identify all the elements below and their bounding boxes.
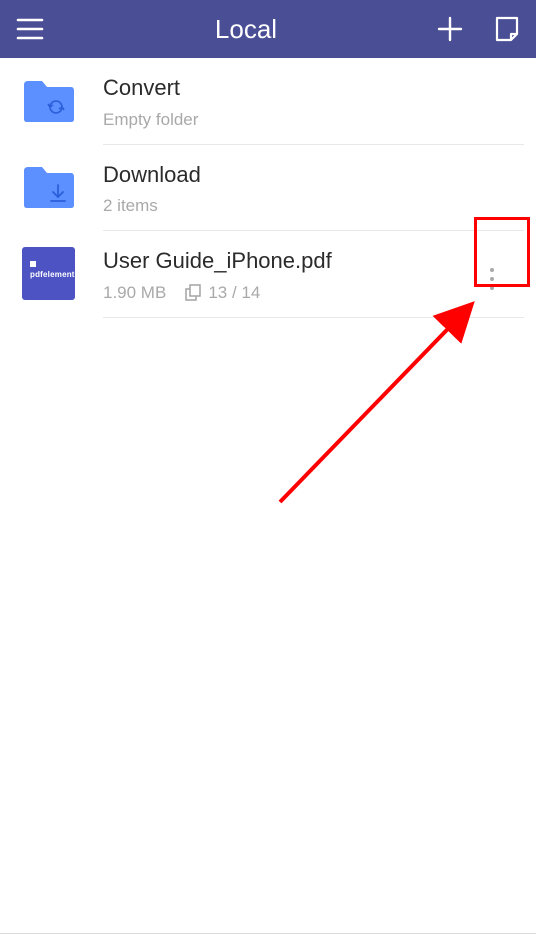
- file-size: 1.90 MB: [103, 283, 166, 303]
- app-header: Local: [0, 0, 536, 58]
- file-pages: 13 / 14: [208, 283, 260, 303]
- folder-icon: [22, 74, 75, 127]
- file-list: Convert Empty folder Download 2 items: [0, 58, 536, 318]
- annotation-arrow: [272, 288, 487, 510]
- note-icon[interactable]: [494, 15, 520, 43]
- pages-icon: [184, 284, 202, 302]
- folder-icon: [22, 161, 75, 214]
- list-item[interactable]: Download 2 items: [0, 145, 536, 232]
- file-thumbnail: pdfelement: [22, 247, 75, 300]
- list-item[interactable]: pdfelement User Guide_iPhone.pdf 1.90 MB…: [0, 231, 536, 318]
- menu-icon[interactable]: [16, 18, 44, 40]
- item-name: Convert: [103, 74, 524, 102]
- item-subtitle: Empty folder: [103, 110, 198, 130]
- item-subtitle: 2 items: [103, 196, 158, 216]
- more-vertical-icon: [489, 266, 495, 292]
- add-icon[interactable]: [436, 15, 464, 43]
- item-name: User Guide_iPhone.pdf: [103, 247, 524, 275]
- page-title: Local: [56, 14, 436, 45]
- item-name: Download: [103, 161, 524, 189]
- list-item[interactable]: Convert Empty folder: [0, 58, 536, 145]
- more-options-button[interactable]: [470, 253, 514, 305]
